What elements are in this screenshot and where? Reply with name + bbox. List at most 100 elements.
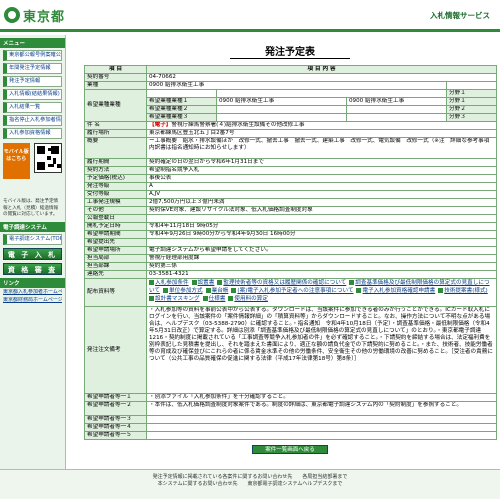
row-value (145, 238, 498, 247)
row-value (145, 431, 498, 440)
row-value: 2億7,500万円以上３億円未満 (145, 198, 498, 207)
tokyo-emblem-icon (4, 7, 20, 23)
sidebar-item-koho[interactable]: 東京都公報号例案確公告 (3, 50, 62, 61)
table-row: 希望申請者等一１ ・別添ファイル「入札参加条件」を十分確認すること。 (84, 393, 498, 402)
mobile-badge[interactable]: モバイル版はこちら (3, 143, 30, 179)
row-value: ・別添ファイル「入札参加条件」を十分確認すること。 (145, 393, 498, 402)
row-value: A (145, 182, 498, 191)
row-value (216, 89, 447, 98)
row-value: 事後公表 (145, 174, 498, 183)
link-finance-bureau[interactable]: 東京都財務局ホームページ (3, 297, 62, 304)
table-row: 希望申請者等一３ (84, 415, 498, 424)
doc-link[interactable]: 電子入札参加資格確認申請書 (362, 288, 435, 294)
doc-link[interactable]: 単位参加方式 (169, 288, 203, 294)
row-label: 契約方法 (84, 166, 147, 175)
row-label: 希望申請者等一１ (84, 393, 147, 402)
docs-links: 入札参加条件 設置書 監理技術者等の資格又は履歴関係の確認について 調査基準価格及び最… (145, 278, 498, 307)
row-value: 希望制指名競争入札 (145, 166, 498, 175)
e-bid-button[interactable]: 電 子 入 札 (3, 247, 62, 260)
doc-link[interactable]: 入札参加条件 (155, 280, 189, 286)
table-row: 公報登載日 (84, 214, 498, 223)
header: 東京都 入札情報サービス (0, 0, 500, 32)
row-label: 担当部課 (84, 262, 147, 271)
row-label: 希望業種業種 (84, 89, 147, 122)
table-row: 担当部課 契約第三係 (84, 262, 498, 271)
doc-link[interactable]: 設計書マスキング (155, 296, 200, 302)
doc-link[interactable]: 業台帳 (212, 288, 229, 294)
row-label: 希望申請者等一２ (84, 401, 147, 416)
row-value: 令和4年11月18日 9時05分 (145, 222, 498, 231)
row-label: 希望申請者等一５ (84, 431, 147, 440)
file-icon (205, 288, 211, 293)
tokyo-logo[interactable]: 東京都 (4, 5, 65, 25)
table-row: 予定価格(税込) 事後公表 (84, 174, 498, 183)
doc-link[interactable]: 技術提案書(様式) (444, 288, 488, 294)
sidebar-item-bid-info[interactable]: 入札情報(結結果情報) (3, 89, 62, 100)
sidebar-item-order-plan[interactable]: 発注予定情報 (3, 76, 62, 87)
hope-1-value-b: 0900 給排水衛生工事 (346, 97, 447, 106)
row-value (145, 415, 498, 424)
row-label: 連絡先 (84, 270, 147, 279)
place-label: 履行場所 (84, 129, 147, 138)
table-row: 業種 0900 給排水衛生工事 (84, 81, 498, 90)
sidebar-item-bid-results[interactable]: 入札結果一覧 (3, 102, 62, 113)
row-value: 03-3581-4321 (145, 270, 498, 279)
file-icon (228, 296, 234, 301)
header-content: 項 目 内 容 (145, 65, 498, 74)
logo-text: 東京都 (23, 9, 66, 25)
sidebar-item-suspension[interactable]: 指名停止入札参加者情報 (3, 115, 62, 126)
qualification-review-button[interactable]: 資 格 審 査 (3, 262, 62, 275)
table-row: 発注注文備考 ・入札参加等の資料を事前公表中から公表する。ダウンロードは、当該案件… (84, 306, 498, 394)
doc-link[interactable]: (案)電子入札参加予定者への注意事項について (237, 288, 353, 294)
file-icon (438, 288, 444, 293)
row-value: A,JV (145, 190, 498, 199)
file-icon (149, 296, 154, 301)
row-value: 契約第三係 (145, 262, 498, 271)
table-row: 受付等級 A,JV (84, 190, 498, 199)
file-icon (163, 288, 169, 293)
file-icon (191, 280, 197, 285)
row-label: 希望提出先 (84, 238, 147, 247)
name-value: 【電子】警視庁練馬警察署(４)給排水衛生設備その他改修工事 (145, 121, 498, 130)
name-label: 件 名 (84, 121, 147, 130)
mobile-description: モバイル版は、発注予定情報と入札（見積）経過情報の閲覧に対応しています。 (3, 199, 59, 217)
table-row: 配布資料等 入札参加条件 設置書 監理技術者等の資格又は履歴関係の確認について 調査基… (84, 278, 498, 307)
doc-link[interactable]: 仕様書 (209, 296, 226, 302)
docs-label: 配布資料等 (84, 278, 147, 307)
hope-3-value (216, 113, 347, 122)
file-icon (231, 288, 237, 293)
sidebar-item-system-top[interactable]: 電子調達システム(TOP) (3, 233, 62, 245)
back-to-list-button[interactable]: 案件一覧画面へ戻る (252, 445, 328, 454)
hope-1-label: 希望業種業種１ (146, 97, 217, 106)
hope-3-value-b (346, 113, 447, 122)
page-title: 発注予定表 (265, 47, 315, 58)
service-name: 入札情報サービス (430, 11, 490, 20)
system-heading: 電子調達システム (0, 221, 65, 232)
row-value: 警視庁経理部用度課 (145, 254, 498, 263)
table-row: 開札予定日時 令和4年11月18日 9時05分 (84, 222, 498, 231)
hope-2-value (216, 105, 347, 114)
table-row: 希望申請場所 電子調達システムから希望申請をしてください。 (84, 246, 498, 255)
hope-2-field: 分野２ (445, 105, 498, 114)
doc-link[interactable]: 監理技術者等の資格又は履歴関係の確認について (223, 280, 346, 286)
table-row: 希望申請者等一４ (84, 423, 498, 432)
title-underline (230, 58, 350, 59)
row-value: 契約確定の日の翌日から令和6年1月31日まで (145, 158, 498, 167)
doc-link[interactable]: 設置書 (198, 280, 215, 286)
sidebar-item-annual-plan[interactable]: 年間発注予定情報 (3, 63, 62, 74)
row-value: 分野１ (445, 89, 498, 98)
row-label: 履行期間 (84, 158, 147, 167)
sidebar-item-qualification[interactable]: 入札参加資格情報 (3, 128, 62, 139)
main-content: 発注予定表 項 目 項 目 内 容 契約番号 04-70662 業種 0900 給排… (80, 35, 500, 499)
row-label: 開札予定日時 (84, 222, 147, 231)
row-value: 契約保VE対象、建設リサイクル法対象、低入札価格調査制度対象 (145, 206, 498, 215)
links-heading: リンク (0, 277, 65, 288)
link-bidder-homepage[interactable]: 東京都入札参加者ホームページ (3, 289, 62, 296)
header-item: 項 目 (84, 65, 147, 74)
doc-link[interactable]: 使用料の算定 (234, 296, 268, 302)
row-label: 公報登載日 (84, 214, 147, 223)
table-row: 希望申請者等一２ ・本件は、低入札価格調査制度対象案件である。制度の詳細は、東京都… (84, 401, 498, 416)
file-icon (356, 288, 362, 293)
footer: 発注予定情報に掲載されている各案件に関するお問い合わせ先 各局担当結部署まで 本… (0, 469, 500, 499)
table-row: 連絡先 03-3581-4321 (84, 270, 498, 279)
